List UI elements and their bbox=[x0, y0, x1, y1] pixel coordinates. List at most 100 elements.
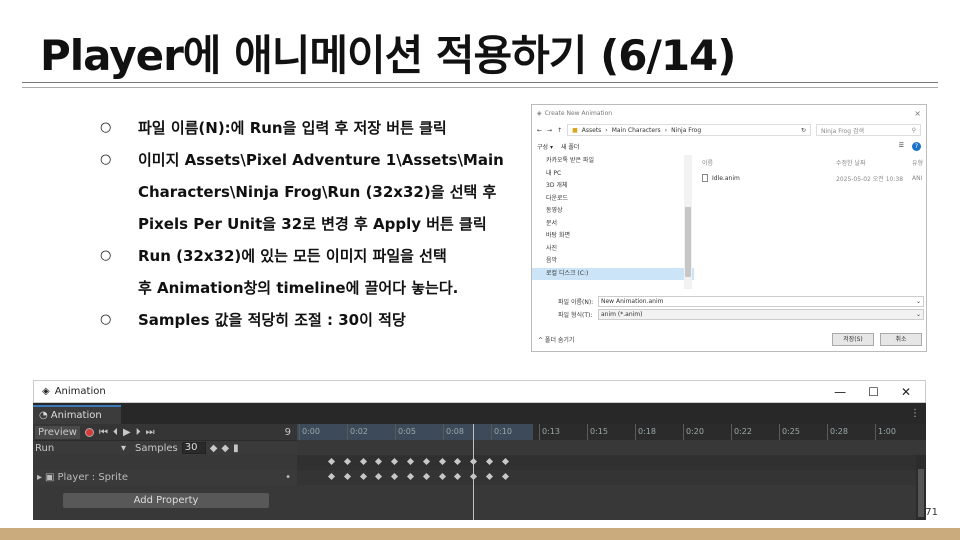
scrollbar-thumb[interactable] bbox=[918, 469, 924, 517]
sprite-keyframe-row[interactable] bbox=[297, 470, 926, 485]
tree-item[interactable]: 바탕 화면 bbox=[532, 230, 694, 243]
keyframe[interactable] bbox=[485, 457, 494, 466]
add-keyframe-icon[interactable]: ◆ bbox=[221, 443, 229, 454]
up-arrow-icon[interactable]: ↑ bbox=[557, 127, 562, 134]
playhead[interactable] bbox=[473, 424, 475, 520]
next-frame-icon[interactable]: ⏵ bbox=[136, 427, 141, 438]
maximize-icon[interactable]: ☐ bbox=[868, 385, 879, 399]
frame-field[interactable]: 9 bbox=[267, 427, 297, 438]
breadcrumb[interactable]: ■ Assets › Main Characters › Ninja Frog ↻ bbox=[567, 124, 811, 136]
keyframe[interactable] bbox=[375, 457, 383, 466]
file-row[interactable]: Idle.anim 2025-05-02 오전 10:38 ANI bbox=[702, 172, 926, 184]
column-header[interactable]: 수정한 날짜 bbox=[836, 158, 912, 167]
keyframe[interactable] bbox=[501, 472, 509, 481]
refresh-icon[interactable]: ↻ bbox=[801, 127, 806, 134]
tree-scrollbar[interactable] bbox=[684, 155, 692, 289]
breadcrumb-item[interactable]: Ninja Frog bbox=[671, 127, 701, 134]
samples-input[interactable]: 30 bbox=[181, 442, 206, 454]
keyframe[interactable] bbox=[501, 457, 509, 466]
chevron-down-icon[interactable]: ▾ bbox=[121, 443, 131, 454]
tree-item[interactable]: 문서 bbox=[532, 218, 694, 231]
keyframe[interactable] bbox=[375, 472, 383, 481]
keyframe[interactable] bbox=[343, 457, 351, 466]
filename-value: New Animation.anim bbox=[601, 298, 664, 305]
breadcrumb-item[interactable]: Assets bbox=[582, 127, 602, 134]
keyframe[interactable] bbox=[438, 457, 446, 466]
tree-item[interactable]: 다운로드 bbox=[532, 193, 694, 206]
animation-window: ◈ Animation — ☐ ✕ ◔ Animation ⋮ Preview … bbox=[33, 380, 926, 520]
footer-bar bbox=[0, 528, 960, 540]
organize-button[interactable]: 구성 ▾ bbox=[537, 142, 553, 151]
tab-animation[interactable]: ◔ Animation bbox=[33, 405, 121, 424]
last-frame-icon[interactable]: ⏭ bbox=[146, 427, 155, 438]
keyframe[interactable] bbox=[422, 457, 430, 466]
keyframe[interactable] bbox=[391, 472, 399, 481]
prev-frame-icon[interactable]: ⏴ bbox=[113, 427, 118, 438]
filetype-select[interactable]: anim (*.anim) ⌄ bbox=[598, 309, 924, 320]
play-icon[interactable]: ▶ bbox=[123, 427, 131, 438]
keyframe[interactable] bbox=[406, 457, 415, 466]
first-frame-icon[interactable]: ⏮ bbox=[99, 427, 108, 438]
dialog-fields: 파일 이름(N): New Animation.anim ⌄ 파일 형식(T): … bbox=[532, 295, 926, 321]
keyframe[interactable] bbox=[359, 457, 367, 466]
expand-arrow-icon[interactable]: ▸ bbox=[37, 472, 42, 483]
filename-input[interactable]: New Animation.anim ⌄ bbox=[598, 296, 924, 307]
view-options-icon[interactable]: ☰ bbox=[899, 142, 904, 151]
keyframe[interactable] bbox=[422, 472, 430, 481]
animation-icon: ◔ bbox=[39, 410, 48, 421]
record-icon[interactable] bbox=[84, 427, 94, 437]
file-name: Idle.anim bbox=[712, 174, 740, 182]
add-event-icon[interactable]: ▮ bbox=[233, 443, 239, 454]
property-options-icon[interactable]: • bbox=[285, 472, 297, 483]
keyframe[interactable] bbox=[327, 472, 336, 481]
save-button[interactable]: 저장(S) bbox=[832, 332, 874, 346]
tab-menu-icon[interactable]: ⋮ bbox=[910, 408, 926, 419]
bullet-mark: ○ bbox=[100, 248, 112, 263]
preview-button[interactable]: Preview bbox=[35, 425, 80, 439]
hide-folders-toggle[interactable]: ^ 폴더 숨기기 bbox=[538, 335, 574, 344]
dialog-footer: ^ 폴더 숨기기 저장(S) 취소 bbox=[532, 327, 926, 351]
ruler-tick-label: 0:05 bbox=[395, 424, 416, 440]
bullet-text: Characters\Ninja Frog\Run (32x32)을 선택 후 bbox=[138, 183, 497, 201]
folder-tree: 카카오톡 받은 파일 내 PC 3D 개체 다운로드 동영상 문서 바탕 화면 … bbox=[532, 155, 694, 289]
ruler-tick-label: 0:22 bbox=[731, 424, 752, 440]
clip-select[interactable]: Run bbox=[35, 443, 117, 454]
tree-item[interactable]: 내 PC bbox=[532, 168, 694, 181]
search-input[interactable]: Ninja Frog 검색 ⚲ bbox=[816, 124, 921, 136]
cancel-button[interactable]: 취소 bbox=[880, 332, 922, 346]
forward-arrow-icon[interactable]: → bbox=[547, 127, 552, 134]
tree-item[interactable]: 카카오톡 받은 파일 bbox=[532, 155, 694, 168]
add-property-button[interactable]: Add Property bbox=[63, 493, 269, 508]
close-icon[interactable]: × bbox=[914, 109, 921, 118]
tree-item[interactable]: 사진 bbox=[532, 243, 694, 256]
keyframe[interactable] bbox=[406, 472, 415, 481]
tree-item[interactable]: 3D 개체 bbox=[532, 180, 694, 193]
keyframe[interactable] bbox=[327, 457, 336, 466]
scrollbar-thumb[interactable] bbox=[685, 207, 691, 277]
ruler-tick-label: 0:15 bbox=[587, 424, 608, 440]
keyframe[interactable] bbox=[391, 457, 399, 466]
back-arrow-icon[interactable]: ← bbox=[537, 127, 542, 134]
timeline-ruler[interactable]: 0:00 0:02 0:05 0:08 0:10 0:13 0:15 0:18 0:20 0:22… bbox=[297, 424, 926, 440]
keyframe[interactable] bbox=[343, 472, 351, 481]
keyframe-diamond-icon[interactable]: ◆ bbox=[210, 443, 218, 454]
new-folder-button[interactable]: 새 폴더 bbox=[561, 142, 579, 151]
keyframe[interactable] bbox=[454, 472, 462, 481]
keyframe[interactable] bbox=[485, 472, 494, 481]
property-row[interactable]: ▸ ▣ Player : Sprite • bbox=[33, 470, 297, 485]
help-icon[interactable]: ? bbox=[912, 141, 921, 151]
column-header[interactable]: 유형 bbox=[912, 158, 926, 167]
bullet-text: 파일 이름(N):에 Run을 입력 후 저장 버튼 클릭 bbox=[138, 119, 447, 137]
keyframe[interactable] bbox=[438, 472, 446, 481]
summary-keyframe-row[interactable] bbox=[297, 455, 926, 470]
tree-item[interactable]: 동영상 bbox=[532, 205, 694, 218]
tree-item[interactable]: 로컬 디스크 (C:) bbox=[532, 267, 694, 280]
breadcrumb-item[interactable]: Main Characters bbox=[612, 127, 661, 134]
column-header[interactable]: 이름 bbox=[702, 158, 836, 167]
keyframe[interactable] bbox=[454, 457, 462, 466]
close-icon[interactable]: ✕ bbox=[901, 385, 911, 399]
tree-item[interactable]: 음악 bbox=[532, 255, 694, 268]
keyframe[interactable] bbox=[359, 472, 367, 481]
unity-icon: ◈ bbox=[42, 386, 50, 397]
minimize-icon[interactable]: — bbox=[834, 385, 846, 399]
